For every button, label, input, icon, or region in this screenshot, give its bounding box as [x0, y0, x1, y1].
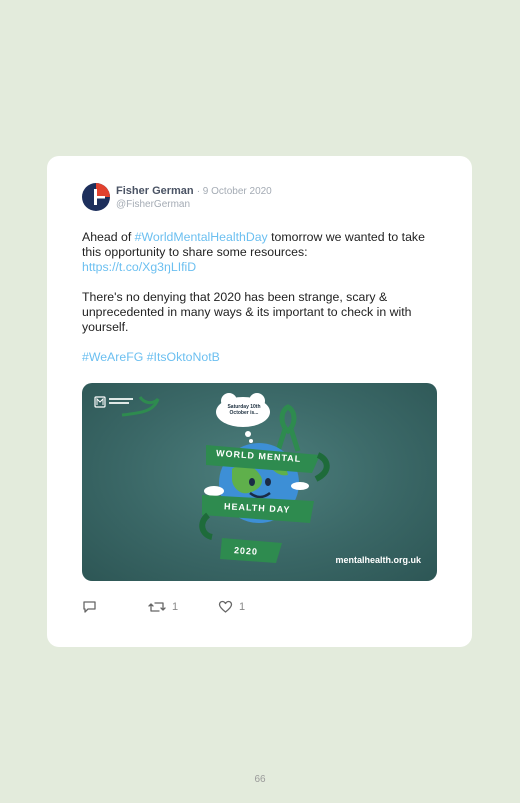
like-count: 1	[239, 601, 246, 613]
retweet-icon	[148, 602, 166, 612]
author-name[interactable]: Fisher German	[116, 185, 194, 197]
mental-health-foundation-logo	[94, 396, 160, 417]
reply-icon	[83, 601, 96, 613]
tweet-hashtags: #WeAreFG #ItsOktoNotB	[82, 350, 442, 365]
page-number: 66	[254, 774, 266, 785]
reply-button[interactable]	[82, 600, 97, 614]
heart-icon	[218, 600, 233, 613]
tweet-actions: 1 1	[82, 600, 442, 620]
retweet-button[interactable]: 1	[148, 600, 178, 614]
author-handle[interactable]: @FisherGerman	[116, 199, 190, 210]
tweet-paragraph-2: There's no denying that 2020 has been st…	[82, 290, 412, 334]
like-button[interactable]: 1	[218, 600, 245, 614]
hashtag-link[interactable]: #ItsOktoNotB	[147, 350, 220, 364]
tweet-paragraph-1: Ahead of #WorldMentalHealthDay tomorrow …	[82, 230, 442, 275]
author-line: Fisher German · 9 October 2020	[116, 185, 272, 197]
avatar[interactable]	[82, 183, 110, 211]
fisher-german-logo-icon	[82, 183, 110, 211]
short-link[interactable]: https://t.co/Xg3ŋLIfiD	[82, 260, 196, 274]
media-site-url: mentalhealth.org.uk	[335, 555, 421, 565]
tweet-date[interactable]: · 9 October 2020	[197, 186, 272, 197]
tweet-text: Ahead of #WorldMentalHealthDay tomorrow …	[82, 230, 442, 365]
hashtag-link[interactable]: #WorldMentalHealthDay	[135, 230, 268, 244]
tweet-media-image[interactable]: Saturday 10th October is... WORLD MENTAL…	[82, 383, 437, 581]
text-prefix: Ahead of	[82, 230, 135, 244]
thought-bubble-text: Saturday 10th October is...	[227, 404, 261, 416]
banner-text-bottom: 2020	[233, 545, 259, 557]
retweet-count: 1	[172, 601, 179, 613]
hashtag-link[interactable]: #WeAreFG	[82, 350, 143, 364]
tweet-card: Fisher German · 9 October 2020 @FisherGe…	[47, 156, 472, 647]
